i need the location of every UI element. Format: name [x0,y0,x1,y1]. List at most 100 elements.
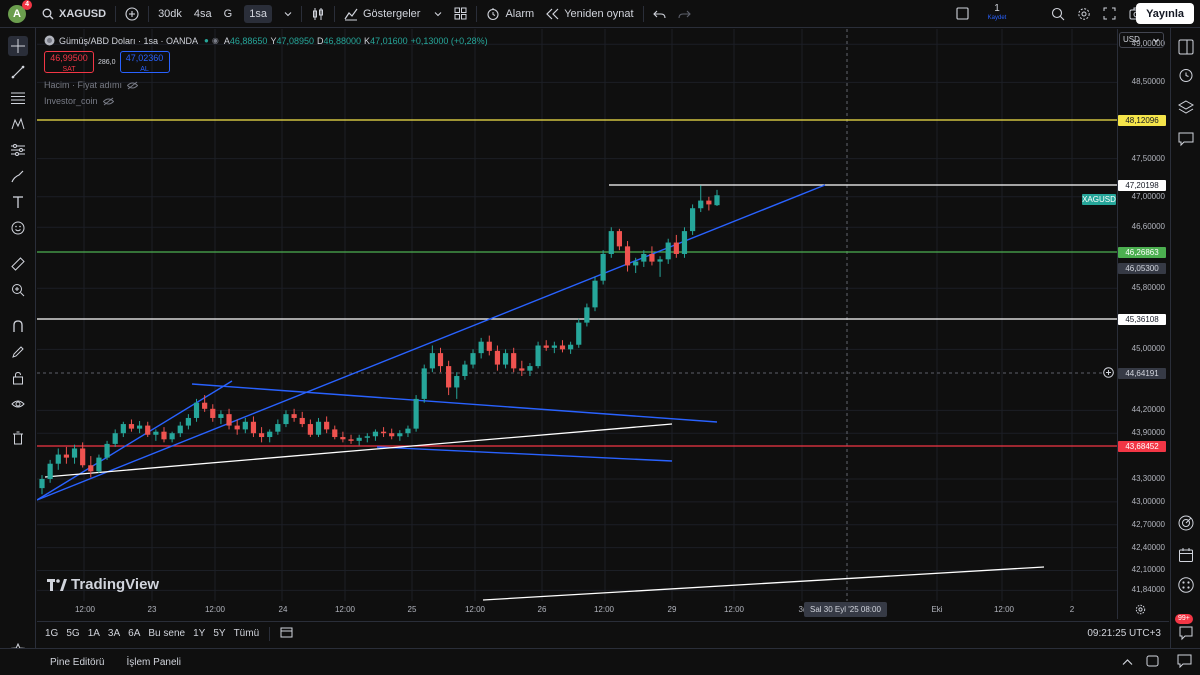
interval-4h[interactable]: 4sa [188,0,218,28]
chats-button[interactable] [1177,130,1195,148]
save-label: Kaydet [987,15,1007,21]
range-1d[interactable]: 1G [45,628,58,639]
hide-drawings-tool[interactable] [8,394,28,414]
range-1m[interactable]: 1A [88,628,100,639]
time-axis[interactable]: 12:00 23 12:00 24 12:00 25 12:00 26 12:00 29 12:00… [37,601,1117,619]
drawing-mode-tool[interactable] [8,342,28,362]
maximize-panel-button[interactable] [1146,655,1159,670]
range-5d[interactable]: 5G [66,628,79,639]
goto-date-button[interactable] [280,626,293,641]
symbol-search[interactable]: XAGUSD [36,0,112,28]
emoji-tool[interactable] [8,218,28,238]
watchlist-button[interactable] [1177,38,1195,56]
help-button[interactable] [1177,624,1195,642]
candle [307,419,313,438]
object-tree-button[interactable] [1177,98,1195,116]
currency-select[interactable]: USD [1119,32,1164,48]
fullscreen-button[interactable] [1097,0,1122,28]
interval-1h[interactable]: 1sa [244,4,272,23]
candle-body [348,439,354,441]
fib-tool[interactable] [8,88,28,108]
redo-button[interactable] [672,0,697,28]
open-value: 46,88650 [229,35,268,46]
buy-button[interactable]: 47,02360 AL [119,51,170,73]
price-axis-label: 42,40000 [1131,542,1165,552]
lock-drawings-tool[interactable] [8,368,28,388]
trading-panel-tab[interactable]: İşlem Paneli [126,657,180,668]
clock-timezone[interactable]: 09:21:25 UTC+3 [1087,628,1161,639]
pine-editor-tab[interactable]: Pine Editörü [50,657,104,668]
price-axis[interactable]: 49,00000 48,50000 47,50000 47,00000 46,60000… [1082,29,1169,619]
crosshair-tool[interactable] [8,36,28,56]
user-avatar[interactable]: A 4 [8,0,32,23]
add-alert-crosshair-button[interactable] [1103,367,1114,378]
interval-dropdown[interactable] [278,0,298,28]
compare-button[interactable] [119,0,145,28]
candle-body [80,448,86,466]
notifications-button[interactable] [1177,576,1195,594]
candle-body [657,259,663,262]
layouts-button[interactable] [448,0,473,28]
eye-off-icon[interactable] [127,81,139,90]
ruler-tool[interactable] [8,254,28,274]
range-3m[interactable]: 3A [108,628,120,639]
range-all[interactable]: Tümü [234,628,260,639]
candle-body [698,200,704,209]
sell-button[interactable]: 46,99500 SAT [44,51,94,73]
patterns-tool[interactable] [8,114,28,134]
remove-drawings-tool[interactable] [8,428,28,448]
chart-type-button[interactable] [305,0,331,28]
ideas-button[interactable] [1177,514,1195,532]
publish-button[interactable]: Yayınla [1136,3,1194,24]
trade-buttons: 46,99500 SAT 286,0 47,02360 AL [44,51,170,73]
candle-body [283,414,289,425]
brush-tool[interactable] [8,166,28,186]
indicators-button[interactable]: Göstergeler [338,0,448,28]
trendline-tool[interactable] [8,62,28,82]
candle [665,238,671,264]
indicator-legend[interactable]: Investor_coin [44,96,114,106]
candle-body [39,478,45,489]
axis-settings-button[interactable] [1135,604,1146,618]
drawing-toolbar [0,28,36,657]
interval-1d[interactable]: G [218,0,239,28]
candle-body [372,431,379,437]
calendar-button[interactable] [1177,546,1195,564]
indicators-label: Göstergeler [362,7,421,20]
replay-button[interactable]: Yeniden oynat [540,0,639,28]
settings-button[interactable] [1071,0,1097,28]
market-open-dot: ● [204,36,209,45]
text-tool[interactable] [8,192,28,212]
channel-upper-blue [191,383,718,423]
alerts-button[interactable] [1177,66,1195,84]
candle-body [169,433,175,440]
quick-search-button[interactable] [1045,0,1071,28]
volume-legend[interactable]: Hacim · Fiyat adımı [44,80,139,90]
layout-select-button[interactable] [950,0,975,28]
candle [397,430,403,441]
alarm-button[interactable]: Alarm [480,0,540,28]
chat-footer-button[interactable] [1177,654,1192,671]
save-count: 1 [994,3,1000,14]
divider [269,626,271,641]
zoom-tool[interactable] [8,280,28,300]
range-5y[interactable]: 5Y [213,628,225,639]
save-button[interactable]: 1 Kaydet [984,3,1010,22]
price-chart[interactable] [36,29,1117,601]
chart-area[interactable] [36,29,1117,619]
chevron-down-icon [1153,38,1159,43]
forecasting-tool[interactable] [8,140,28,160]
magnet-tool[interactable] [8,316,28,336]
range-1y[interactable]: 1Y [193,628,205,639]
undo-button[interactable] [647,0,672,28]
candle [690,204,696,235]
range-6m[interactable]: 6A [128,628,140,639]
candle-body [96,457,102,472]
candle-body [413,398,419,429]
range-ytd[interactable]: Bu sene [148,628,185,639]
interval-30m[interactable]: 30dk [152,0,188,28]
collapse-panel-button[interactable] [1122,657,1133,669]
symbol-title[interactable]: Gümüş/ABD Doları · 1sa · OANDA [59,36,198,46]
candle [169,431,175,443]
eye-off-icon[interactable] [102,97,114,106]
